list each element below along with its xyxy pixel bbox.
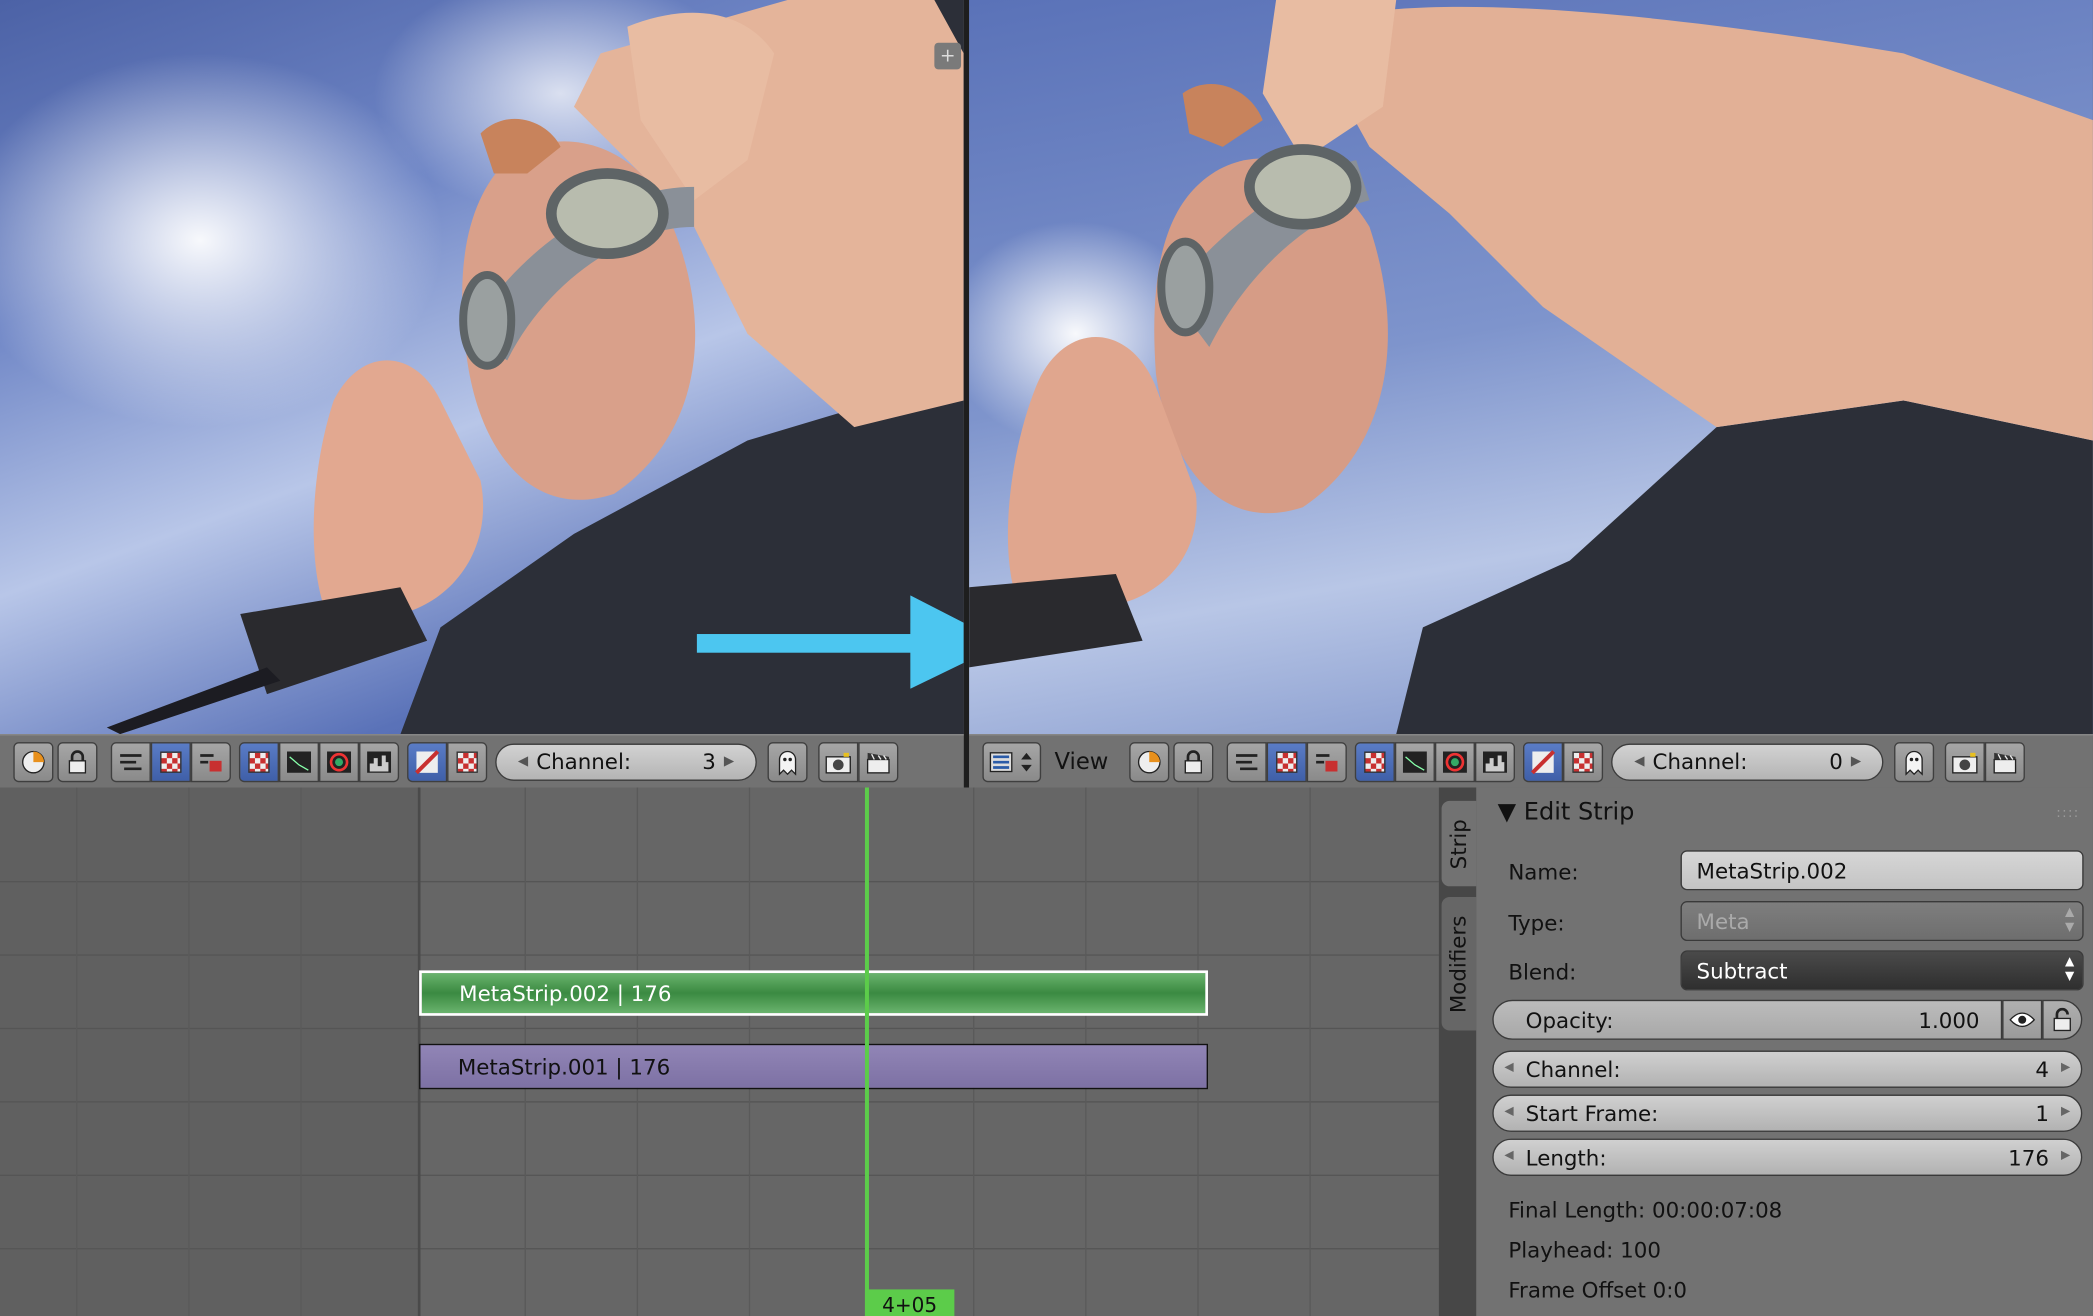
length-field[interactable]: ◀ Length: 176 ▶ bbox=[1492, 1138, 2083, 1176]
decrement-icon[interactable]: ◀ bbox=[1634, 754, 1644, 769]
overlay-group bbox=[407, 741, 488, 782]
grid-line bbox=[1309, 787, 1311, 1316]
panel-header[interactable]: ▼ Edit Strip bbox=[1498, 798, 1635, 826]
view-type-group bbox=[1227, 741, 1348, 782]
decrement-icon[interactable]: ◀ bbox=[1504, 1149, 1513, 1162]
preview-header-left: ◀ Channel: 3 ▶ bbox=[0, 734, 964, 788]
blend-dropdown[interactable]: Subtract ▲ ▼ bbox=[1680, 950, 2084, 991]
checker-icon[interactable] bbox=[150, 741, 191, 782]
start-frame-field[interactable]: ◀ Start Frame: 1 ▶ bbox=[1492, 1094, 2083, 1132]
name-field[interactable]: MetaStrip.002 bbox=[1680, 850, 2084, 891]
final-length-text: Final Length: 00:00:07:08 bbox=[1508, 1197, 1783, 1223]
increment-icon[interactable]: ▶ bbox=[2061, 1105, 2070, 1118]
increment-icon[interactable]: ▶ bbox=[2061, 1061, 2070, 1074]
decrement-icon[interactable]: ◀ bbox=[1504, 1105, 1513, 1118]
playhead-frame-label: 4+05 bbox=[864, 1289, 955, 1316]
type-label: Type: bbox=[1508, 910, 1565, 936]
type-field: Meta ▲ ▼ bbox=[1680, 900, 2084, 942]
strip-metastrip-001[interactable]: MetaStrip.001 | 176 bbox=[419, 1043, 1208, 1090]
lock-open-icon[interactable] bbox=[2042, 999, 2083, 1040]
overlay-icon[interactable] bbox=[1523, 741, 1564, 782]
ghost-icon[interactable] bbox=[1894, 741, 1935, 782]
playhead-text: Playhead: 100 bbox=[1508, 1237, 1661, 1263]
preview-image-right bbox=[969, 0, 2093, 735]
grid-line bbox=[300, 787, 302, 1316]
vectorscope-icon[interactable] bbox=[1435, 741, 1476, 782]
frame-offset-text: Frame Offset 0:0 bbox=[1508, 1277, 1687, 1303]
channel-separator bbox=[0, 1174, 1439, 1176]
eye-icon[interactable] bbox=[2002, 999, 2043, 1040]
strip-metastrip-002[interactable]: MetaStrip.002 | 176 bbox=[419, 970, 1208, 1016]
preview-right bbox=[969, 0, 2093, 735]
preview-header-right: View ◀ Channel: 0 ▶ bbox=[969, 734, 2093, 788]
camera-icon[interactable] bbox=[818, 741, 859, 782]
lock-icon[interactable] bbox=[1173, 741, 1214, 782]
channel-separator bbox=[0, 954, 1439, 956]
channel-separator bbox=[0, 1248, 1439, 1250]
checker-icon[interactable] bbox=[1563, 741, 1604, 782]
channel-field[interactable]: ◀ Channel: 3 ▶ bbox=[495, 742, 757, 781]
increment-icon[interactable]: ▶ bbox=[2061, 1149, 2070, 1162]
channel-number-field[interactable]: ◀ Channel: 4 ▶ bbox=[1492, 1050, 2083, 1088]
tab-modifiers[interactable]: Modifiers bbox=[1441, 896, 1477, 1031]
overlay-group bbox=[1523, 741, 1604, 782]
edit-strip-panel: ▼ Edit Strip :::: Name: MetaStrip.002 Ty… bbox=[1476, 787, 2093, 1316]
grid-line bbox=[76, 787, 78, 1316]
collapse-triangle-icon[interactable]: ▼ bbox=[1498, 798, 1516, 826]
checker-icon[interactable] bbox=[447, 741, 488, 782]
waveform-icon[interactable] bbox=[1395, 741, 1436, 782]
opacity-field[interactable]: Opacity: 1.000 bbox=[1492, 999, 2003, 1040]
sidebar-tabs: Strip Modifiers bbox=[1438, 787, 1477, 1316]
display-mode-group bbox=[238, 741, 400, 782]
sequencer-timeline[interactable]: MetaStrip.002 | 176 MetaStrip.001 | 176 … bbox=[0, 787, 1439, 1316]
area-split-icon[interactable]: + bbox=[934, 42, 962, 70]
image-icon[interactable] bbox=[238, 741, 279, 782]
playhead[interactable] bbox=[864, 787, 869, 1316]
vectorscope-icon[interactable] bbox=[319, 741, 360, 782]
sequencer-editor-icon[interactable] bbox=[982, 741, 1042, 782]
blender-sequencer-window: + ◀ Channel: 3 ▶ View ◀ Channel: 0 ▶ Met… bbox=[0, 0, 2093, 1316]
clapper-icon[interactable] bbox=[858, 741, 899, 782]
render-group bbox=[1945, 741, 2026, 782]
increment-icon[interactable]: ▶ bbox=[724, 754, 734, 769]
view-type-group bbox=[110, 741, 231, 782]
tab-strip[interactable]: Strip bbox=[1441, 800, 1477, 887]
channel-separator bbox=[0, 1027, 1439, 1030]
decrement-icon[interactable]: ◀ bbox=[518, 754, 528, 769]
blend-label: Blend: bbox=[1508, 959, 1577, 986]
increment-icon[interactable]: ▶ bbox=[1851, 754, 1861, 769]
view-menu[interactable]: View bbox=[1054, 748, 1108, 775]
grid-line bbox=[188, 787, 190, 1316]
scope-icon[interactable] bbox=[13, 741, 54, 782]
waveform-icon[interactable] bbox=[1227, 741, 1268, 782]
histogram-icon[interactable] bbox=[359, 741, 400, 782]
waveform-icon[interactable] bbox=[278, 741, 320, 782]
checker-icon[interactable] bbox=[1267, 741, 1308, 782]
channel-separator bbox=[0, 1101, 1439, 1103]
scope-icon[interactable] bbox=[1129, 741, 1170, 782]
channel-separator bbox=[0, 880, 1439, 883]
display-mode-group bbox=[1355, 741, 1516, 782]
drag-handle-icon[interactable]: :::: bbox=[2056, 806, 2079, 821]
lock-icon[interactable] bbox=[57, 741, 98, 782]
overlay-icon[interactable] bbox=[407, 741, 448, 782]
view-mode-icon[interactable] bbox=[190, 741, 231, 782]
updown-icon: ▲ ▼ bbox=[2065, 955, 2075, 984]
ghost-icon[interactable] bbox=[767, 741, 808, 782]
clapper-icon[interactable] bbox=[1985, 741, 2026, 782]
render-group bbox=[818, 741, 899, 782]
image-icon[interactable] bbox=[1355, 741, 1396, 782]
decrement-icon[interactable]: ◀ bbox=[1504, 1061, 1513, 1074]
pre-start-region bbox=[0, 787, 418, 1316]
histogram-icon[interactable] bbox=[1475, 741, 1516, 782]
view-mode-icon[interactable] bbox=[1307, 741, 1348, 782]
preview-left: + bbox=[0, 0, 964, 735]
name-label: Name: bbox=[1508, 859, 1579, 885]
direction-arrow bbox=[696, 595, 964, 689]
channel-field[interactable]: ◀ Channel: 0 ▶ bbox=[1611, 742, 1884, 781]
waveform-icon[interactable] bbox=[110, 741, 151, 782]
camera-icon[interactable] bbox=[1945, 741, 1986, 782]
updown-icon: ▲ ▼ bbox=[2065, 906, 2075, 935]
